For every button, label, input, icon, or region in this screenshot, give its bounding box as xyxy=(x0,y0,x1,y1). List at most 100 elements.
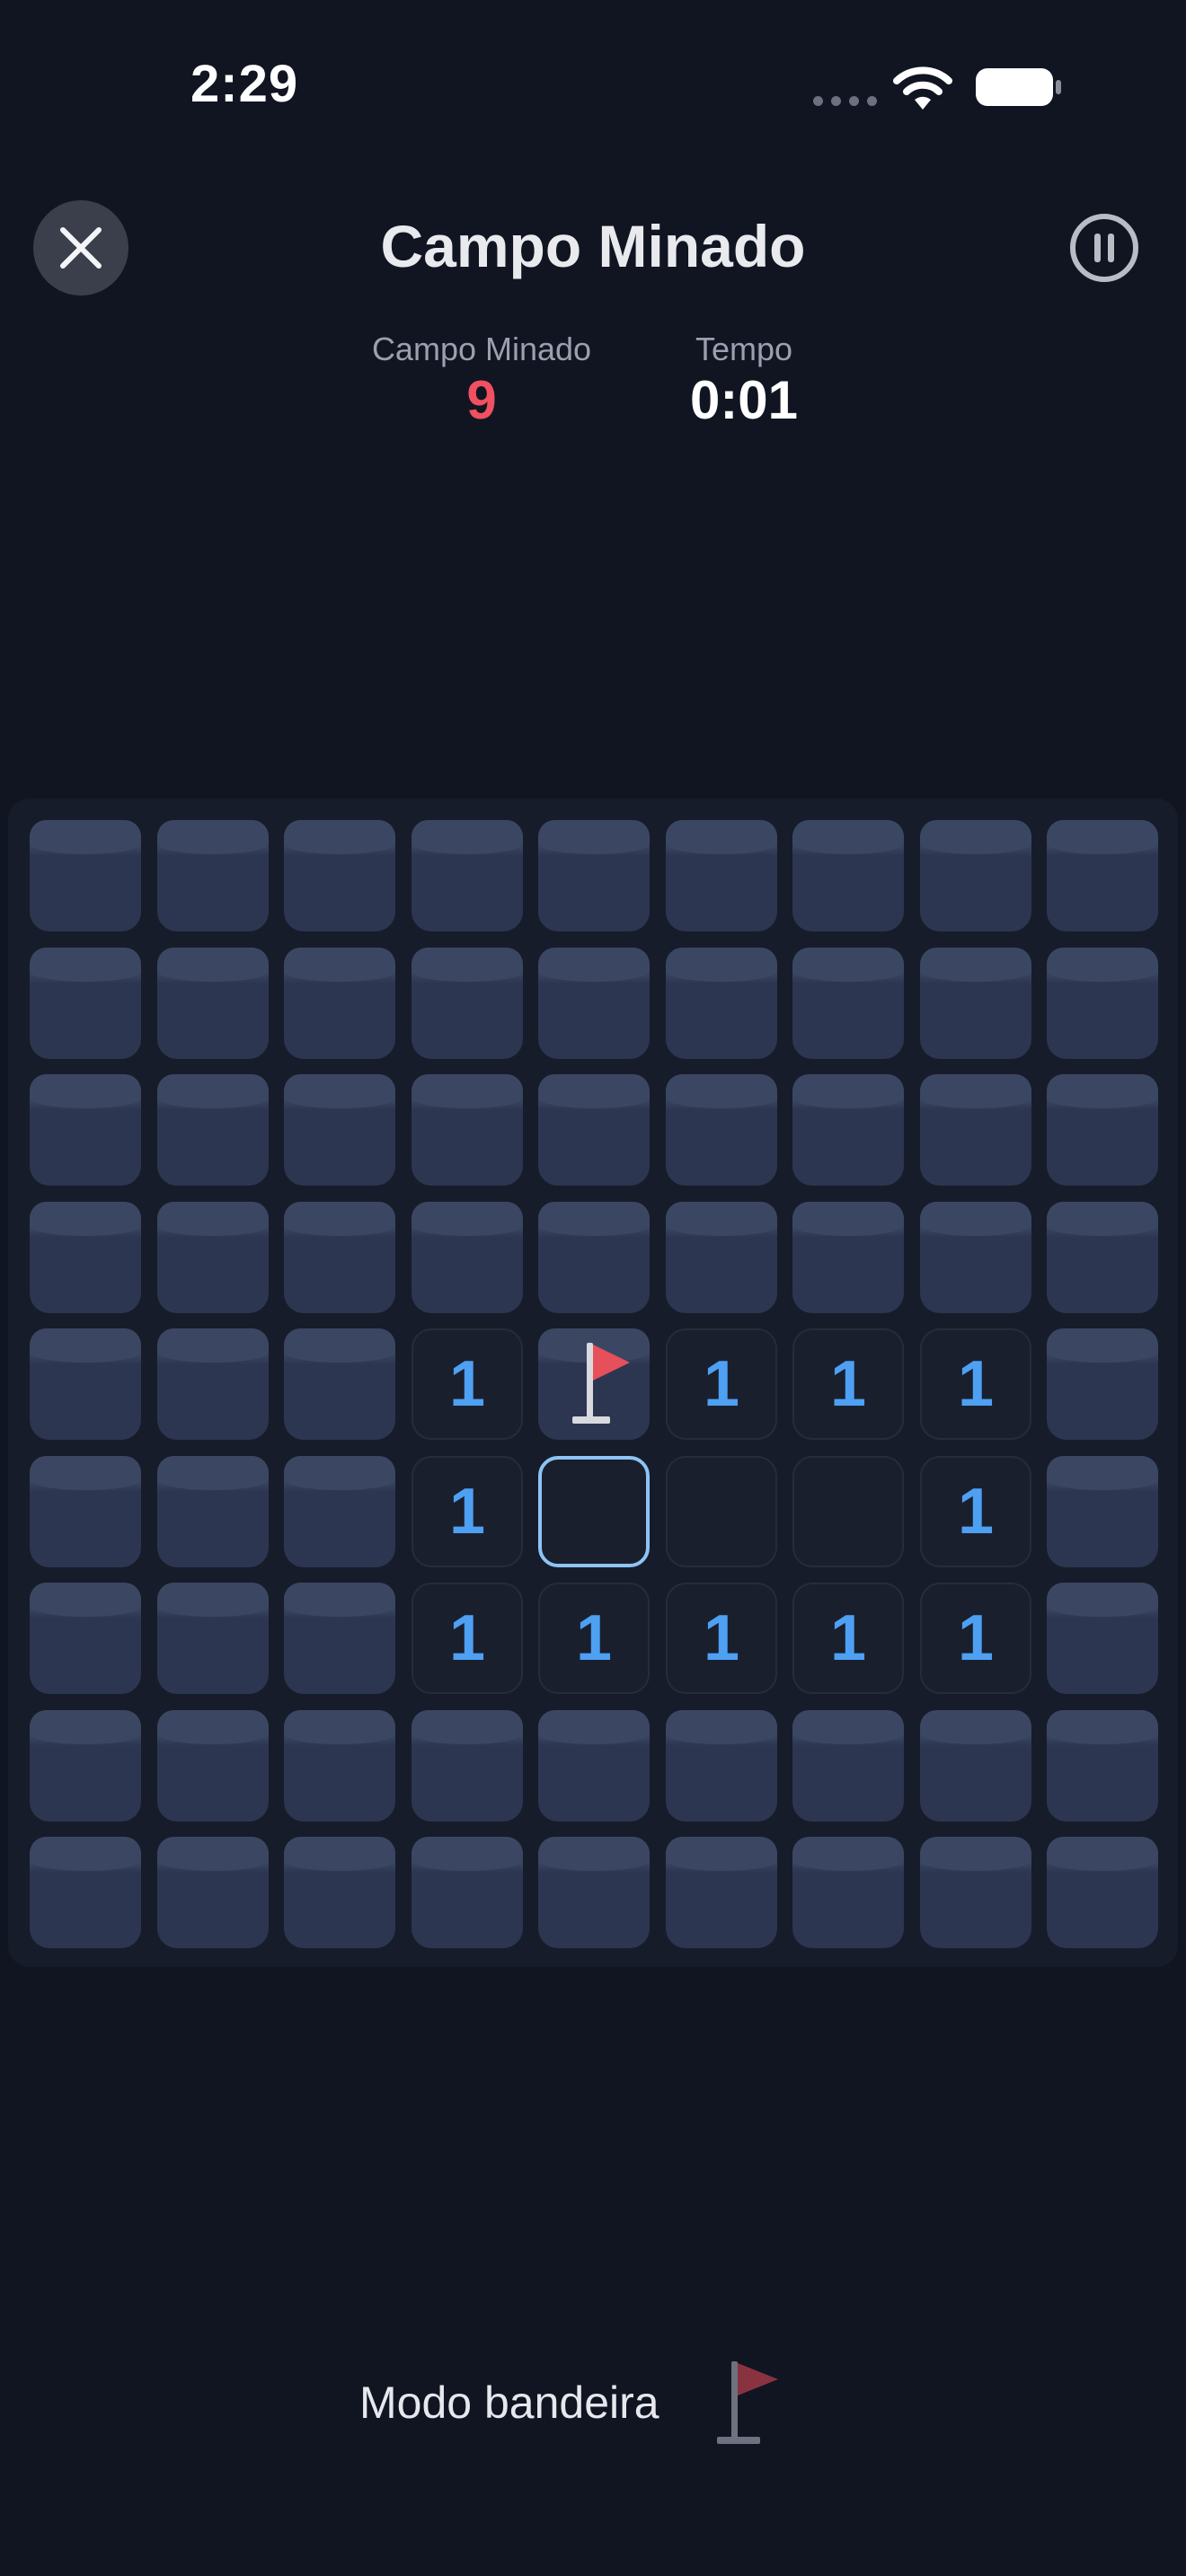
cell-number: 1 xyxy=(957,1348,995,1420)
board-cell-covered[interactable] xyxy=(412,1074,523,1186)
board-cell-flagged[interactable] xyxy=(538,1328,650,1440)
board-cell-covered[interactable] xyxy=(1047,1583,1158,1694)
board-cell-number[interactable]: 1 xyxy=(920,1583,1031,1694)
board-cell-number[interactable]: 1 xyxy=(412,1328,523,1440)
board-cell-covered[interactable] xyxy=(284,1202,395,1313)
board-cell-covered[interactable] xyxy=(157,1456,269,1567)
board-cell-covered[interactable] xyxy=(666,1837,777,1948)
board-cell-covered[interactable] xyxy=(30,1074,141,1186)
board-cell-covered[interactable] xyxy=(30,1583,141,1694)
board-cell-selected[interactable] xyxy=(538,1456,650,1567)
board-cell-covered[interactable] xyxy=(666,820,777,931)
board-cell-covered[interactable] xyxy=(920,1074,1031,1186)
board-cell-covered[interactable] xyxy=(412,820,523,931)
board-cell-covered[interactable] xyxy=(792,820,904,931)
board-cell-covered[interactable] xyxy=(1047,1202,1158,1313)
board-cell-covered[interactable] xyxy=(284,1710,395,1822)
board-cell-covered[interactable] xyxy=(792,1837,904,1948)
board-cell-covered[interactable] xyxy=(920,1202,1031,1313)
board-cell-covered[interactable] xyxy=(1047,948,1158,1059)
board-cell-covered[interactable] xyxy=(284,1074,395,1186)
board-cell-covered[interactable] xyxy=(1047,1456,1158,1567)
board-cell-covered[interactable] xyxy=(666,1074,777,1186)
board-cell-covered[interactable] xyxy=(792,1710,904,1822)
cell-number: 1 xyxy=(829,1602,867,1674)
board-cell-covered[interactable] xyxy=(1047,1837,1158,1948)
flag-mode-toggle[interactable]: Modo bandeira xyxy=(359,2349,782,2457)
board-cell-covered[interactable] xyxy=(284,1456,395,1567)
board-cell-covered[interactable] xyxy=(920,1837,1031,1948)
board-cell-covered[interactable] xyxy=(792,1202,904,1313)
board-cell-covered[interactable] xyxy=(30,1456,141,1567)
board-cell-covered[interactable] xyxy=(412,948,523,1059)
cell-number: 1 xyxy=(703,1348,740,1420)
board-cell-covered[interactable] xyxy=(1047,1074,1158,1186)
board-cell-covered[interactable] xyxy=(538,948,650,1059)
board-cell-covered[interactable] xyxy=(538,1837,650,1948)
board-cell-covered[interactable] xyxy=(30,1202,141,1313)
board-cell-covered[interactable] xyxy=(284,1583,395,1694)
board-cell-covered[interactable] xyxy=(538,820,650,931)
board-cell-number[interactable]: 1 xyxy=(412,1583,523,1694)
board-cell-number[interactable]: 1 xyxy=(792,1328,904,1440)
board-cell-covered[interactable] xyxy=(538,1710,650,1822)
board-cell-covered[interactable] xyxy=(666,1202,777,1313)
flag-icon xyxy=(716,2361,778,2444)
board-cell-covered[interactable] xyxy=(284,948,395,1059)
pause-icon xyxy=(1070,214,1138,282)
page-title: Campo Minado xyxy=(380,213,806,279)
board-cell-covered[interactable] xyxy=(412,1837,523,1948)
cell-number: 1 xyxy=(703,1602,740,1674)
flag-icon xyxy=(572,1343,630,1424)
pause-button[interactable] xyxy=(1068,212,1140,284)
board-cell-covered[interactable] xyxy=(157,1710,269,1822)
board-cell-covered[interactable] xyxy=(666,1710,777,1822)
board-cell-covered[interactable] xyxy=(1047,820,1158,931)
board-cell-covered[interactable] xyxy=(157,820,269,931)
board-cell-covered[interactable] xyxy=(920,820,1031,931)
board-cell-covered[interactable] xyxy=(157,948,269,1059)
board-cell-covered[interactable] xyxy=(920,948,1031,1059)
board-cell-covered[interactable] xyxy=(1047,1710,1158,1822)
cell-number: 1 xyxy=(575,1602,613,1674)
board-cell-covered[interactable] xyxy=(30,1837,141,1948)
board-cell-covered[interactable] xyxy=(792,948,904,1059)
mines-counter-value: 9 xyxy=(466,370,497,430)
board-cell-number[interactable]: 1 xyxy=(920,1456,1031,1567)
board-cell-covered[interactable] xyxy=(157,1837,269,1948)
board-cell-covered[interactable] xyxy=(412,1202,523,1313)
board-cell-number[interactable]: 1 xyxy=(538,1583,650,1694)
board-cell-covered[interactable] xyxy=(157,1583,269,1694)
battery-icon xyxy=(976,68,1061,106)
board-cell-covered[interactable] xyxy=(30,820,141,931)
board-cell-covered[interactable] xyxy=(157,1328,269,1440)
board-cell-covered[interactable] xyxy=(284,820,395,931)
timer-label: Tempo xyxy=(695,331,793,367)
board-cell-covered[interactable] xyxy=(666,948,777,1059)
minefield-board: 1 1 1 1 1 1 1 1 1 1 1 xyxy=(8,798,1178,1967)
board-cell-empty[interactable] xyxy=(792,1456,904,1567)
board-cell-number[interactable]: 1 xyxy=(920,1328,1031,1440)
wifi-icon xyxy=(893,66,952,110)
board-cell-covered[interactable] xyxy=(30,948,141,1059)
cellular-signal-icon xyxy=(813,96,877,106)
board-cell-covered[interactable] xyxy=(538,1074,650,1186)
board-cell-number[interactable]: 1 xyxy=(666,1328,777,1440)
board-cell-number[interactable]: 1 xyxy=(666,1583,777,1694)
board-cell-covered[interactable] xyxy=(30,1710,141,1822)
board-cell-covered[interactable] xyxy=(157,1074,269,1186)
board-cell-number[interactable]: 1 xyxy=(412,1456,523,1567)
status-time: 2:29 xyxy=(190,55,299,113)
board-cell-covered[interactable] xyxy=(792,1074,904,1186)
board-cell-empty[interactable] xyxy=(666,1456,777,1567)
flag-mode-label: Modo bandeira xyxy=(359,2378,659,2428)
board-cell-covered[interactable] xyxy=(1047,1328,1158,1440)
board-cell-number[interactable]: 1 xyxy=(792,1583,904,1694)
board-cell-covered[interactable] xyxy=(284,1328,395,1440)
board-cell-covered[interactable] xyxy=(284,1837,395,1948)
board-cell-covered[interactable] xyxy=(157,1202,269,1313)
board-cell-covered[interactable] xyxy=(30,1328,141,1440)
board-cell-covered[interactable] xyxy=(538,1202,650,1313)
board-cell-covered[interactable] xyxy=(412,1710,523,1822)
board-cell-covered[interactable] xyxy=(920,1710,1031,1822)
